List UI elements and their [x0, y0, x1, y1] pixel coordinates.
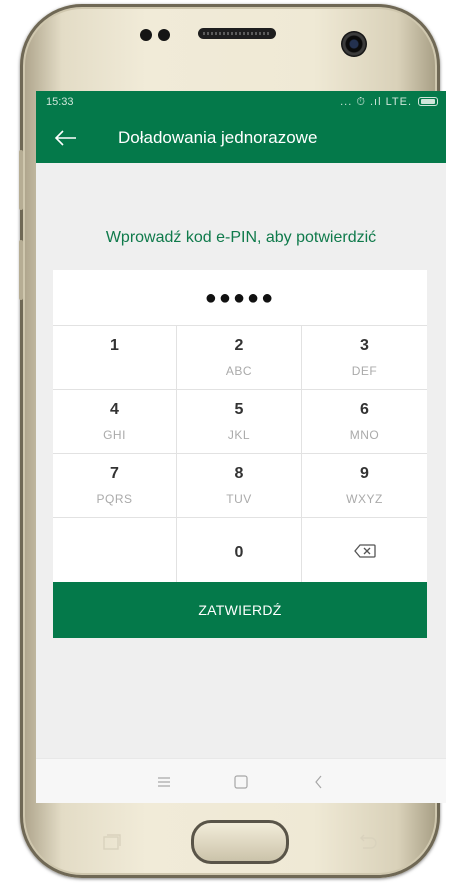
keypad-key-5[interactable]: 5 JKL — [177, 390, 302, 454]
keypad-key-1[interactable]: 1 — [53, 326, 177, 390]
keypad-key-9[interactable]: 9 WXYZ — [302, 454, 427, 518]
keypad-key-2[interactable]: 2 ABC — [177, 326, 302, 390]
pin-prompt: Wprowadź kod e-PIN, aby potwierdzić — [105, 229, 377, 246]
keypad-key-0[interactable]: 0 — [177, 518, 302, 582]
key-digit: 7 — [110, 465, 119, 482]
app-bar: Doładowania jednorazowe — [36, 113, 446, 163]
pin-entry-panel: ●●●●● 1 2 ABC 3 DEF 4 GHI 5 JKL 6 MNO 7 … — [53, 270, 427, 582]
battery-icon — [418, 97, 438, 106]
key-digit: 5 — [234, 401, 244, 418]
confirm-button[interactable]: ZATWIERDŹ — [53, 582, 427, 638]
android-nav-bar — [36, 758, 446, 803]
earpiece-speaker — [198, 28, 276, 39]
key-digit: 4 — [110, 401, 119, 418]
key-digit: 9 — [360, 465, 369, 482]
keypad-key-3[interactable]: 3 DEF — [302, 326, 427, 390]
key-digit: 1 — [110, 337, 119, 354]
recent-apps-hardware-icon[interactable] — [99, 832, 123, 852]
phone-screen: 15:33 ... ⏱ .ıl LTE. Doładowania jednora… — [36, 91, 446, 803]
backspace-icon — [353, 544, 376, 558]
status-icons: ... ⏱ .ıl LTE. — [340, 96, 412, 108]
menu-icon[interactable] — [154, 772, 174, 792]
key-digit: 2 — [234, 337, 244, 354]
home-square-icon[interactable] — [231, 772, 251, 792]
key-digit: 6 — [360, 401, 369, 418]
key-letters: DEF — [351, 364, 378, 378]
proximity-sensor — [140, 29, 152, 41]
key-letters: ABC — [225, 364, 253, 378]
keypad-key-4[interactable]: 4 GHI — [53, 390, 177, 454]
page-title: Doładowania jednorazowe — [118, 128, 318, 147]
status-bar: 15:33 ... ⏱ .ıl LTE. — [36, 91, 446, 113]
keypad-empty-cell — [53, 518, 177, 582]
status-time: 15:33 — [46, 96, 74, 108]
keypad-key-6[interactable]: 6 MNO — [302, 390, 427, 454]
key-letters: GHI — [103, 428, 126, 442]
home-button[interactable] — [191, 820, 289, 864]
light-sensor — [158, 29, 170, 41]
key-digit: 0 — [234, 544, 244, 561]
backspace-button[interactable] — [302, 518, 427, 582]
keypad-key-8[interactable]: 8 TUV — [177, 454, 302, 518]
key-letters: TUV — [226, 492, 252, 506]
back-hardware-icon[interactable] — [355, 832, 379, 852]
key-letters: MNO — [349, 428, 380, 442]
back-arrow-icon[interactable] — [52, 124, 80, 152]
key-digit: 8 — [234, 465, 244, 482]
numeric-keypad: 1 2 ABC 3 DEF 4 GHI 5 JKL 6 MNO 7 PQRS 8… — [53, 326, 427, 582]
pin-input-display[interactable]: ●●●●● — [53, 270, 427, 326]
volume-button — [19, 150, 23, 210]
back-chevron-icon[interactable] — [309, 772, 329, 792]
key-letters: JKL — [227, 428, 251, 442]
key-letters: PQRS — [96, 492, 133, 506]
front-camera — [341, 31, 367, 57]
key-digit: 3 — [360, 337, 369, 354]
key-letters: WXYZ — [346, 492, 383, 506]
volume-button-lower — [19, 240, 23, 300]
keypad-key-7[interactable]: 7 PQRS — [53, 454, 177, 518]
